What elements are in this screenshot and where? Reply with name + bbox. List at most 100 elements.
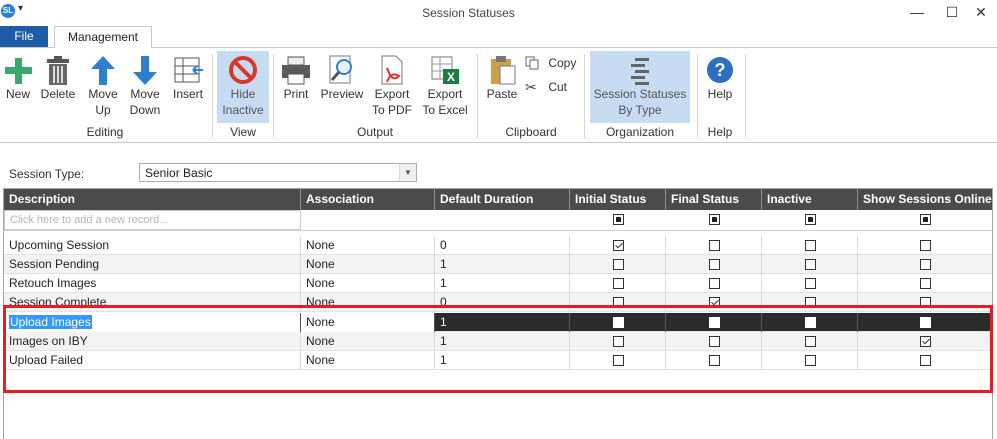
initial-checkbox[interactable] [613,317,624,328]
cell-association[interactable]: None [301,293,435,312]
cell-description[interactable]: Images on IBY [4,332,301,351]
session-statuses-by-type-button[interactable]: Session Statuses By Type [590,51,690,123]
column-header-association[interactable]: Association [301,189,435,210]
initial-checkbox[interactable] [613,240,624,251]
cell-description[interactable]: Retouch Images [4,274,301,293]
column-header-inactive[interactable]: Inactive [762,189,858,210]
cell-duration[interactable]: 1 [435,313,570,332]
cell-description[interactable]: Session Complete [4,293,301,312]
column-header-default-duration[interactable]: Default Duration [435,189,570,210]
inactive-checkbox[interactable] [805,336,816,347]
initial-checkbox[interactable] [613,297,624,308]
new-record-initial-checkbox[interactable] [613,214,624,225]
delete-button[interactable]: Delete [38,54,78,102]
online-checkbox[interactable] [920,317,931,328]
final-checkbox[interactable] [709,278,720,289]
group-label-output: Output [356,125,394,139]
final-checkbox[interactable] [709,259,720,270]
preview-button[interactable]: Preview [318,54,366,102]
arrow-down-icon [133,56,157,85]
table-row[interactable]: Upload Images None 1 [4,313,992,332]
insert-button[interactable]: Insert [170,54,206,102]
column-header-initial-status[interactable]: Initial Status [570,189,666,210]
initial-checkbox[interactable] [613,336,624,347]
svg-text:?: ? [715,60,726,80]
cell-description[interactable]: Session Pending [4,255,301,274]
cell-duration[interactable]: 1 [435,332,570,351]
inactive-checkbox[interactable] [805,259,816,270]
inactive-checkbox[interactable] [805,240,816,251]
new-record-input[interactable]: Click here to add a new record... [4,210,301,230]
cell-duration[interactable]: 0 [435,236,570,255]
cell-duration[interactable]: 1 [435,351,570,370]
export-pdf-button[interactable]: Export To PDF [370,54,414,118]
final-checkbox[interactable] [709,336,720,347]
print-button[interactable]: Print [278,54,314,102]
final-checkbox[interactable] [709,297,720,308]
help-icon: ? [707,57,733,83]
cell-association[interactable]: None [301,332,435,351]
move-down-button[interactable]: Move Down [126,54,164,118]
online-checkbox[interactable] [920,336,931,347]
table-row[interactable]: Upcoming Session None 0 [4,236,992,255]
cell-duration[interactable]: 1 [435,274,570,293]
cell-duration[interactable]: 0 [435,293,570,312]
arrow-up-icon [91,56,115,85]
cell-association[interactable]: None [301,351,435,370]
cell-association[interactable]: None [301,313,435,332]
session-type-select[interactable]: Senior Basic ▼ [139,163,417,182]
inactive-checkbox[interactable] [805,317,816,328]
tab-file[interactable]: File [0,26,48,47]
minimize-icon[interactable]: — [899,2,935,22]
initial-checkbox[interactable] [613,259,624,270]
table-row[interactable]: Retouch Images None 1 [4,274,992,293]
online-checkbox[interactable] [920,355,931,366]
copy-button[interactable]: Copy [525,55,576,70]
group-separator [584,54,585,138]
table-row[interactable]: Images on IBY None 1 [4,332,992,351]
paste-button[interactable]: Paste [482,54,522,102]
new-record-row[interactable]: Click here to add a new record... [4,210,992,231]
inactive-checkbox[interactable] [805,297,816,308]
column-header-show-sessions-online[interactable]: Show Sessions Online [858,189,992,210]
cell-association[interactable]: None [301,236,435,255]
column-header-description[interactable]: Description [4,189,301,210]
trash-icon [47,56,69,85]
initial-checkbox[interactable] [613,355,624,366]
cut-button[interactable]: ✂ Cut [525,79,567,94]
online-checkbox[interactable] [920,297,931,308]
group-separator [477,54,478,138]
cell-association[interactable]: None [301,274,435,293]
new-button[interactable]: New [2,54,34,102]
table-row[interactable]: Upload Failed None 1 [4,351,992,370]
inactive-checkbox[interactable] [805,278,816,289]
initial-checkbox[interactable] [613,278,624,289]
table-row[interactable]: Session Complete None 0 [4,293,992,312]
cell-description[interactable]: Upcoming Session [4,236,301,255]
new-record-online-checkbox[interactable] [920,214,931,225]
help-button[interactable]: ? Help [702,54,738,102]
title-bar: SL ▾ Session Statuses — ☐ ✕ [0,0,997,26]
column-header-final-status[interactable]: Final Status [666,189,762,210]
inactive-checkbox[interactable] [805,355,816,366]
cell-duration[interactable]: 1 [435,255,570,274]
table-row[interactable]: Session Pending None 1 [4,255,992,274]
final-checkbox[interactable] [709,355,720,366]
online-checkbox[interactable] [920,259,931,270]
new-record-inactive-checkbox[interactable] [805,214,816,225]
move-up-button[interactable]: Move Up [84,54,122,118]
online-checkbox[interactable] [920,278,931,289]
final-checkbox[interactable] [709,317,720,328]
scissors-icon: ✂ [525,78,537,95]
cell-description[interactable]: Upload Images [4,313,301,332]
cell-description[interactable]: Upload Failed [4,351,301,370]
cell-association[interactable]: None [301,255,435,274]
tab-management[interactable]: Management [54,26,152,49]
final-checkbox[interactable] [709,240,720,251]
export-excel-button[interactable]: X Export To Excel [420,54,470,118]
chevron-down-icon[interactable]: ▼ [399,164,416,181]
close-icon[interactable]: ✕ [963,2,997,22]
online-checkbox[interactable] [920,240,931,251]
hide-inactive-button[interactable]: Hide Inactive [217,51,269,123]
new-record-final-checkbox[interactable] [709,214,720,225]
